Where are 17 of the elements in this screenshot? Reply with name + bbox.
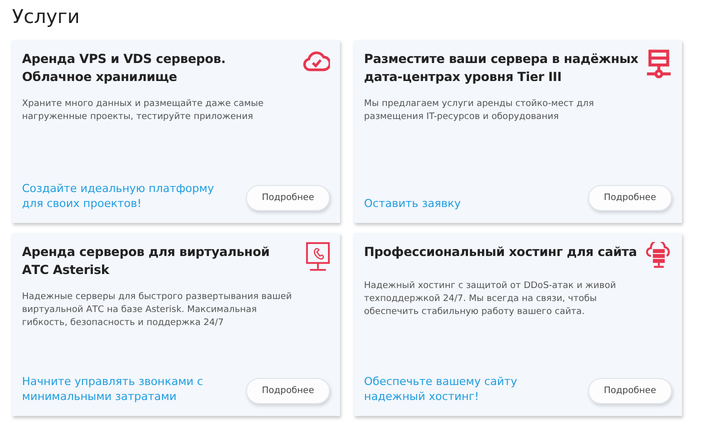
card-title: Аренда серверов для виртуальной АТС Asterisk (22, 243, 271, 279)
details-button[interactable]: Подробнее (246, 185, 330, 211)
card-title: Профессиональный хостинг для сайта (364, 243, 638, 261)
details-button[interactable]: Подробнее (588, 378, 672, 404)
card-description: Мы предлагаем услуги аренды стойко-мест для размещения IT-ресурсов и оборудования (364, 98, 595, 124)
details-button[interactable]: Подробнее (246, 378, 330, 404)
section-heading: Услуги (12, 5, 81, 30)
details-button[interactable]: Подробнее (588, 185, 672, 211)
card-title: Аренда VPS и VDS серверов. Облачное хранилище (22, 50, 227, 86)
monitor-phone-icon (306, 242, 330, 272)
card-description: Надежные серверы для быстрого развертывания вашей виртуальной АТС на базе Asterisk. Максимальная гибкость, безопасность и поддержка 24/7 (22, 291, 293, 330)
cloud-server-icon (646, 242, 672, 268)
card-description: Надежный хостинг с защитой от DDoS-атак и живой техподдержкой 24/7. Мы всегда на связи, чтобы обеспечить стабильную работу вашего сайта. (364, 280, 617, 319)
cloud-check-icon (302, 49, 330, 73)
card-title: Разместите ваши сервера в надёжных дата-центрах уровня Tier III (364, 50, 640, 86)
card-description: Храните много данных и размещайте даже самые нагруженные проекты, тестируйте приложения (22, 98, 265, 124)
server-network-icon (646, 49, 672, 79)
